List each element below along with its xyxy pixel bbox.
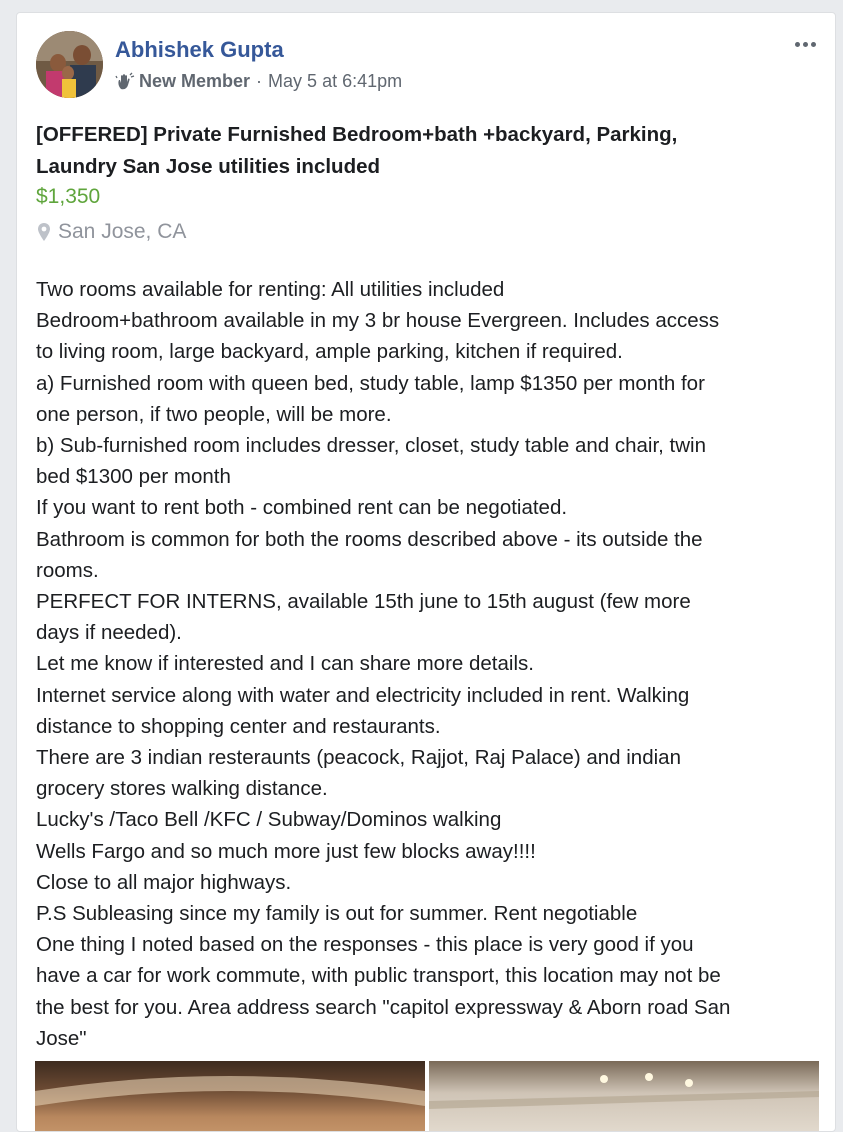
body-line: rooms.: [36, 558, 99, 582]
room-photo-lights: [429, 1073, 819, 1109]
body-line: grocery stores walking distance.: [36, 777, 328, 801]
body-line: distance to shopping center and restaura…: [36, 714, 441, 738]
listing-price: $1,350: [36, 185, 101, 208]
body-line: If you want to rent both - combined rent…: [36, 496, 568, 520]
body-line: One thing I noted based on the responses…: [36, 933, 694, 957]
post-card: Abhishek Gupta New Member · May 5 at 6:4…: [16, 12, 836, 1132]
body-line: Wells Fargo and so much more just few bl…: [36, 839, 536, 863]
body-line: PERFECT FOR INTERNS, available 15th june…: [36, 590, 691, 614]
listing-photo-1[interactable]: [35, 1061, 425, 1131]
body-line: Two rooms available for renting: All uti…: [36, 278, 505, 301]
body-line: Lucky's /Taco Bell /KFC / Subway/Dominos…: [36, 808, 502, 832]
more-options-button[interactable]: [789, 33, 821, 55]
body-line: P.S Subleasing since my family is out fo…: [36, 902, 638, 926]
post-meta: New Member · May 5 at 6:41pm: [115, 71, 402, 92]
body-line: Let me know if interested and I can shar…: [36, 652, 534, 676]
body-line: days if needed).: [36, 621, 182, 645]
post-timestamp[interactable]: May 5 at 6:41pm: [268, 71, 402, 92]
post-title: [OFFERED] Private Furnished Bedroom+bath…: [36, 119, 806, 183]
post-title-line: Laundry San Jose utilities included: [36, 155, 381, 178]
body-line: b) Sub-furnished room includes dresser, …: [36, 434, 707, 458]
body-line: There are 3 indian resteraunts (peacock,…: [36, 746, 681, 770]
body-line: a) Furnished room with queen bed, study …: [36, 371, 705, 395]
listing-photo-2[interactable]: [429, 1061, 819, 1131]
body-line: Bathroom is common for both the rooms de…: [36, 527, 703, 551]
body-line: the best for you. Area address search "c…: [36, 995, 731, 1019]
listing-location[interactable]: San Jose, CA: [36, 220, 186, 244]
location-text: San Jose, CA: [58, 220, 187, 243]
body-line: Bedroom+bathroom available in my 3 br ho…: [36, 309, 720, 333]
avatar-photo: [36, 31, 103, 98]
body-line: one person, if two people, will be more.: [36, 402, 392, 426]
more-options-icon-dot: [810, 41, 816, 47]
member-badge: New Member: [139, 71, 251, 91]
body-line: bed $1300 per month: [36, 465, 231, 489]
author-name[interactable]: Abhishek Gupta: [115, 37, 284, 63]
more-options-icon-dot: [802, 41, 808, 47]
avatar[interactable]: [36, 31, 103, 98]
meta-separator: ·: [256, 71, 263, 91]
body-line: Close to all major highways.: [36, 870, 292, 894]
new-member-hand-icon: [115, 72, 135, 89]
body-line: Jose": [36, 1026, 87, 1050]
body-line: have a car for work commute, with public…: [36, 964, 721, 988]
more-options-icon: [794, 41, 800, 47]
body-line: to living room, large backyard, ample pa…: [36, 340, 623, 364]
room-photo-ceiling: [35, 1076, 425, 1106]
post-title-line: [OFFERED] Private Furnished Bedroom+bath…: [36, 123, 678, 146]
post-body: Two rooms available for renting: All uti…: [36, 274, 826, 1054]
body-line: Internet service along with water and el…: [36, 683, 690, 707]
map-pin-icon: [38, 223, 50, 241]
